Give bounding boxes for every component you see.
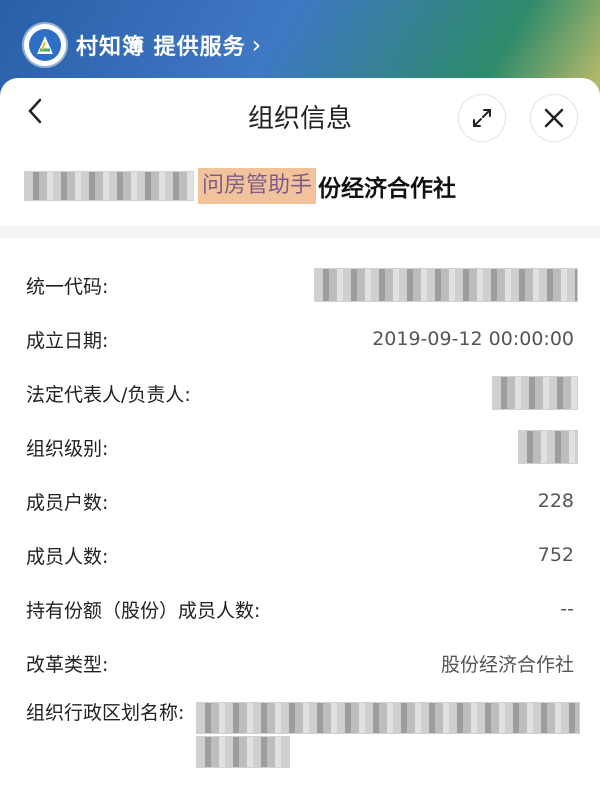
org-info-sheet: 组织信息 问房管助手 份经济合作社 统一代码: 成立日期: 2019-09-12… bbox=[0, 78, 600, 800]
row-established-date: 成立日期: 2019-09-12 00:00:00 bbox=[0, 312, 600, 366]
households-value: 228 bbox=[537, 490, 574, 512]
chevron-right-icon: › bbox=[251, 31, 262, 59]
row-unified-code: 统一代码: bbox=[0, 258, 600, 312]
sheet-header: 组织信息 bbox=[0, 78, 600, 153]
row-org-level: 组织级别: bbox=[0, 420, 600, 474]
code-label: 统一代码: bbox=[26, 275, 109, 298]
reform-value: 股份经济合作社 bbox=[440, 653, 574, 676]
org-name: 问房管助手 份经济合作社 bbox=[24, 166, 456, 206]
row-legal-representative: 法定代表人/负责人: bbox=[0, 366, 600, 420]
village-book-logo-icon bbox=[24, 24, 66, 66]
close-button[interactable] bbox=[530, 94, 578, 142]
date-label: 成立日期: bbox=[26, 329, 109, 352]
reform-label: 改革类型: bbox=[26, 653, 109, 676]
rep-label: 法定代表人/负责人: bbox=[26, 383, 191, 406]
expand-icon bbox=[473, 109, 491, 127]
org-name-highlight: 问房管助手 bbox=[198, 168, 317, 204]
region-label: 组织行政区划名称: bbox=[26, 702, 185, 724]
row-reform-type: 改革类型: 股份经济合作社 bbox=[0, 636, 600, 690]
redacted-org-prefix bbox=[24, 171, 194, 201]
date-value: 2019-09-12 00:00:00 bbox=[372, 328, 574, 350]
section-divider bbox=[0, 226, 600, 238]
close-icon bbox=[544, 108, 564, 128]
redacted-code-value bbox=[314, 268, 578, 302]
row-share-members: 持有份额（股份）成员人数: -- bbox=[0, 582, 600, 636]
info-list: 统一代码: 成立日期: 2019-09-12 00:00:00 法定代表人/负责… bbox=[0, 258, 600, 770]
members-label: 成员人数: bbox=[26, 545, 109, 568]
row-admin-region: 组织行政区划名称: bbox=[0, 690, 600, 770]
share-members-label: 持有份额（股份）成员人数: bbox=[26, 599, 261, 622]
expand-button[interactable] bbox=[458, 94, 506, 142]
page-title: 组织信息 bbox=[247, 104, 352, 134]
brand-link[interactable]: 村知簿 提供服务 › bbox=[24, 24, 261, 66]
households-label: 成员户数: bbox=[26, 491, 109, 514]
redacted-region-value bbox=[196, 702, 580, 734]
brand-text[interactable]: 村知簿 提供服务 bbox=[76, 29, 246, 61]
redacted-rep-value bbox=[492, 376, 578, 410]
org-name-suffix: 份经济合作社 bbox=[318, 176, 457, 202]
level-label: 组织级别: bbox=[26, 437, 109, 460]
row-members: 成员人数: 752 bbox=[0, 528, 600, 582]
row-households: 成员户数: 228 bbox=[0, 474, 600, 528]
members-value: 752 bbox=[537, 544, 574, 566]
redacted-region-value-2 bbox=[196, 736, 290, 768]
redacted-level-value bbox=[518, 430, 578, 464]
share-members-value: -- bbox=[560, 598, 574, 620]
